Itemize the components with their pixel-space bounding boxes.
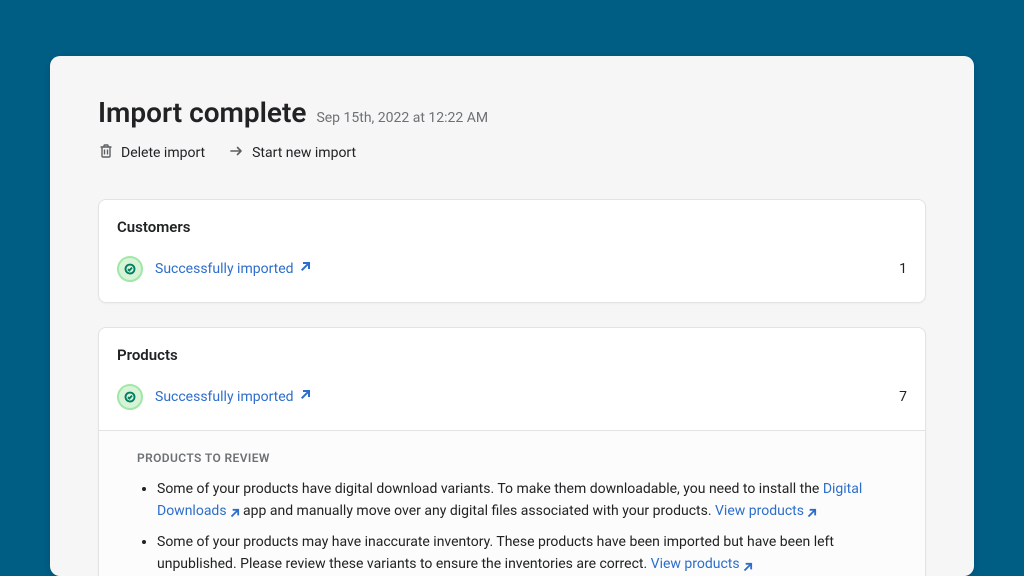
products-review-list: Some of your products have digital downl… bbox=[137, 479, 887, 576]
review-item: Some of your products may have inaccurat… bbox=[157, 532, 887, 575]
products-imported-link[interactable]: Successfully imported bbox=[155, 389, 311, 405]
start-new-import-label: Start new import bbox=[252, 145, 356, 161]
success-check-icon bbox=[117, 256, 143, 282]
external-link-icon bbox=[742, 559, 753, 570]
page-header: Import complete Sep 15th, 2022 at 12:22 … bbox=[50, 96, 974, 163]
customers-imported-link[interactable]: Successfully imported bbox=[155, 261, 311, 277]
products-status-label: Successfully imported bbox=[155, 389, 294, 405]
delete-import-button[interactable]: Delete import bbox=[98, 143, 205, 163]
products-title: Products bbox=[117, 346, 907, 364]
success-check-icon bbox=[117, 384, 143, 410]
review-item: Some of your products have digital downl… bbox=[157, 479, 887, 522]
external-link-icon bbox=[229, 505, 240, 516]
actions-row: Delete import Start new import bbox=[98, 143, 926, 163]
start-new-import-button[interactable]: Start new import bbox=[229, 143, 356, 163]
customers-row: Successfully imported 1 bbox=[99, 250, 925, 302]
products-review-section: PRODUCTS TO REVIEW Some of your products… bbox=[99, 430, 925, 576]
view-products-link[interactable]: View products bbox=[651, 556, 753, 572]
products-card: Products Successfully imported 7 PRODUCT… bbox=[98, 327, 926, 576]
external-link-icon bbox=[299, 389, 311, 405]
external-link-icon bbox=[806, 505, 817, 516]
page-title: Import complete bbox=[98, 96, 306, 129]
view-products-link[interactable]: View products bbox=[715, 503, 817, 519]
customers-status-label: Successfully imported bbox=[155, 261, 294, 277]
review-text: Some of your products have digital downl… bbox=[157, 481, 823, 497]
customers-count: 1 bbox=[899, 261, 907, 277]
external-link-icon bbox=[299, 261, 311, 277]
import-timestamp: Sep 15th, 2022 at 12:22 AM bbox=[316, 110, 488, 126]
customers-card: Customers Successfully imported 1 bbox=[98, 199, 926, 303]
trash-icon bbox=[98, 143, 114, 163]
products-row: Successfully imported 7 bbox=[99, 378, 925, 430]
products-count: 7 bbox=[899, 389, 907, 405]
customers-title: Customers bbox=[117, 218, 907, 236]
review-text: app and manually move over any digital f… bbox=[240, 503, 715, 519]
products-review-heading: PRODUCTS TO REVIEW bbox=[137, 451, 887, 465]
arrow-right-icon bbox=[229, 143, 245, 163]
import-summary-panel: Import complete Sep 15th, 2022 at 12:22 … bbox=[50, 56, 974, 576]
delete-import-label: Delete import bbox=[121, 145, 205, 161]
